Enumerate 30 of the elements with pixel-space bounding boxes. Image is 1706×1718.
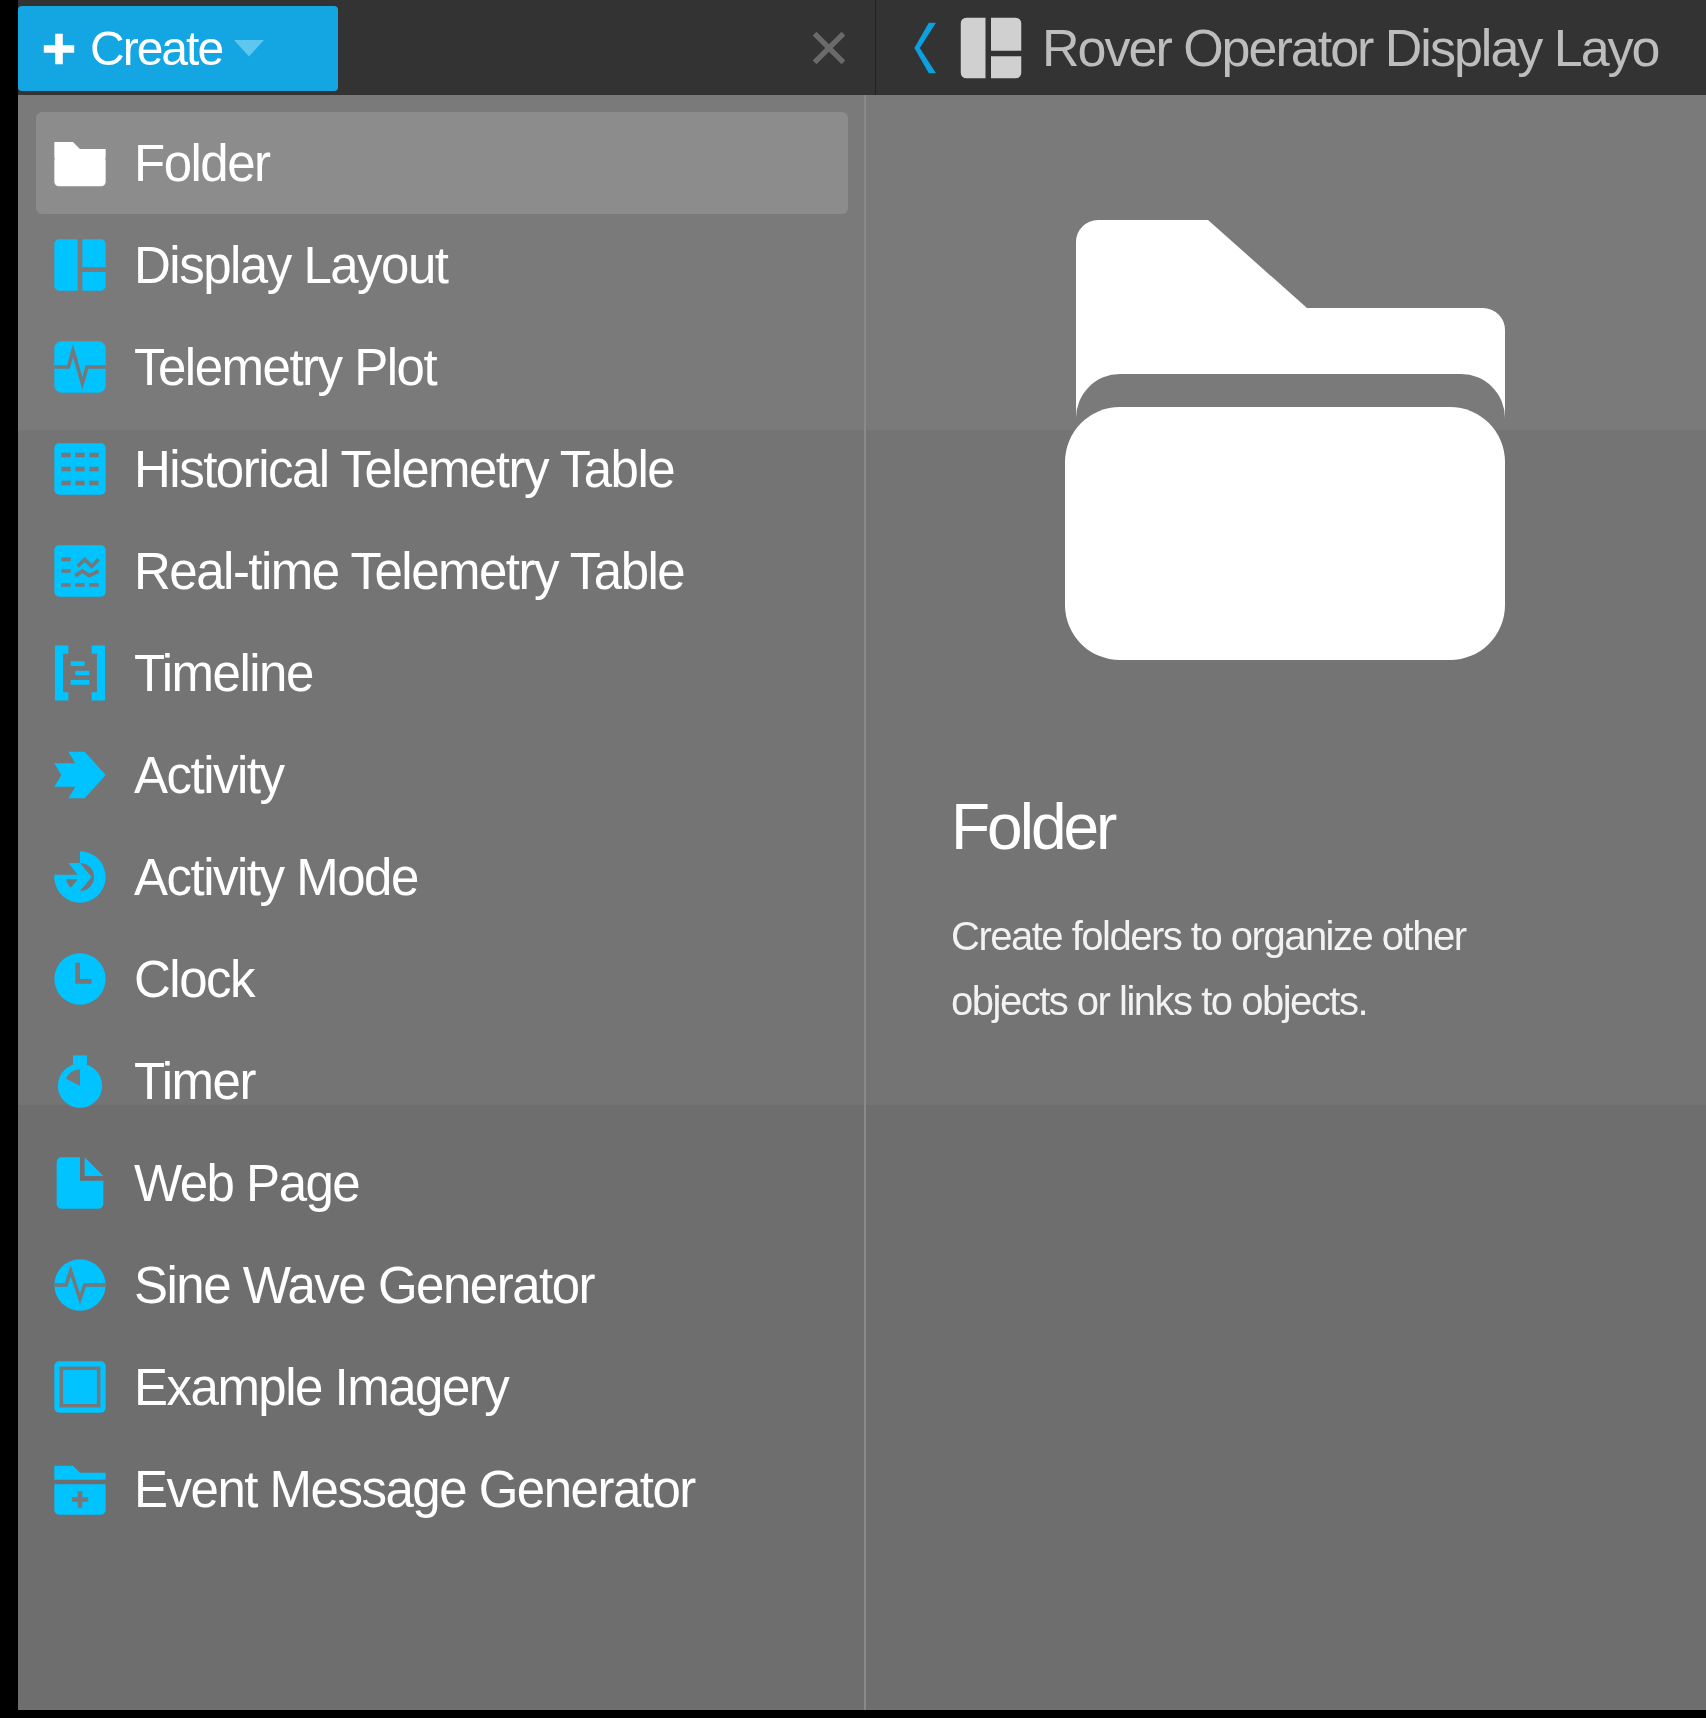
table-icon: [52, 441, 108, 497]
bracket-icon: [52, 645, 108, 701]
menu-item[interactable]: Example Imagery: [36, 1336, 848, 1438]
clock-icon: [52, 951, 108, 1007]
menu-item[interactable]: Folder: [36, 112, 848, 214]
menu-item[interactable]: Activity Mode: [36, 826, 848, 928]
menu-item[interactable]: Clock: [36, 928, 848, 1030]
layout-icon: [52, 237, 108, 293]
menu-item[interactable]: Telemetry Plot: [36, 316, 848, 418]
preview-title: Folder: [951, 790, 1116, 864]
menu-item[interactable]: Web Page: [36, 1132, 848, 1234]
menu-item[interactable]: Display Layout: [36, 214, 848, 316]
menu-item[interactable]: Sine Wave Generator: [36, 1234, 848, 1336]
close-icon[interactable]: [811, 29, 847, 66]
folder-icon: [1065, 220, 1505, 660]
table-icon: [52, 543, 108, 599]
menu-item[interactable]: Timer: [36, 1030, 848, 1132]
menu-item[interactable]: Event Message Generator: [36, 1438, 848, 1540]
plot-icon: [52, 339, 108, 395]
object-title: Rover Operator Display Layo: [1042, 17, 1659, 78]
preview-description: Create folders to organize other objects or links to objects.: [951, 913, 1468, 1025]
menu-item[interactable]: Real-time Telemetry Table: [36, 520, 848, 622]
menu-item[interactable]: Activity: [36, 724, 848, 826]
caret-icon: [234, 39, 265, 58]
menu-item[interactable]: Timeline: [36, 622, 848, 724]
sine-icon: [52, 1257, 108, 1313]
circle-arrow-icon: [52, 849, 108, 905]
image-icon: [52, 1359, 108, 1415]
create-button[interactable]: Create: [18, 6, 338, 91]
menu-item[interactable]: Historical Telemetry Table: [36, 418, 848, 520]
